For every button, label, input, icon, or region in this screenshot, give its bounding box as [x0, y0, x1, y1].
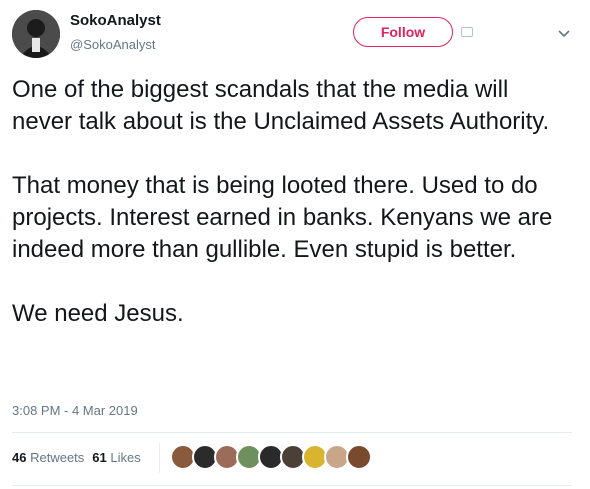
liker-avatar[interactable]	[346, 444, 372, 470]
tweet-timestamp[interactable]: 3:08 PM - 4 Mar 2019	[12, 403, 138, 418]
tweet-text: One of the biggest scandals that the med…	[12, 76, 553, 327]
chevron-down-icon[interactable]	[557, 26, 571, 40]
retweets-count: 46	[12, 450, 27, 465]
card-icon	[461, 27, 473, 37]
tweet-stats: 46 Retweets 61 Likes	[12, 450, 141, 465]
liker-avatars	[170, 444, 372, 470]
author-name[interactable]: SokoAnalyst	[70, 12, 161, 29]
avatar[interactable]	[12, 10, 60, 58]
divider	[12, 485, 572, 486]
follow-button[interactable]: Follow	[353, 17, 453, 47]
retweets-label: Retweets	[30, 450, 85, 465]
stats-divider	[159, 443, 160, 473]
retweets-stat[interactable]: 46 Retweets	[12, 450, 84, 465]
likes-label: Likes	[110, 450, 141, 465]
avatar-image	[12, 10, 60, 58]
author-handle[interactable]: @SokoAnalyst	[70, 37, 155, 52]
divider	[12, 432, 572, 433]
likes-count: 61	[92, 450, 107, 465]
likes-stat[interactable]: 61 Likes	[92, 450, 140, 465]
